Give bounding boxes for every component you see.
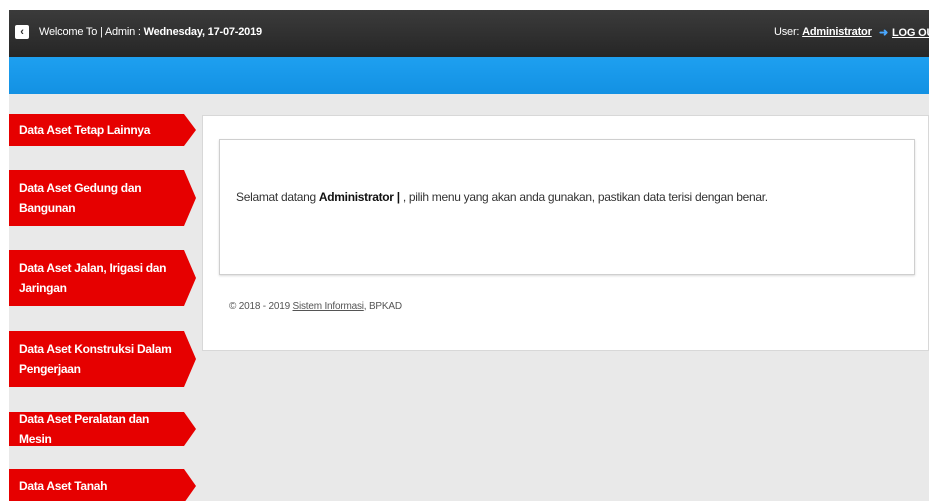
welcome-text: Welcome To | Admin : Wednesday, 17-07-20… xyxy=(39,26,262,38)
greeting-prefix: Selamat datang xyxy=(236,190,319,204)
blue-banner xyxy=(9,57,929,94)
sidebar-item-label: Data Aset Gedung dan Bangunan xyxy=(9,170,184,226)
current-date: Wednesday, 17-07-2019 xyxy=(143,26,262,38)
sidebar-item-tanah[interactable]: Data Aset Tanah xyxy=(9,469,196,501)
logout-arrow-icon: ➜ xyxy=(879,27,889,39)
footer-org: , BPKAD xyxy=(363,301,402,312)
sidebar-item-label: Data Aset Jalan, Irigasi dan Jaringan xyxy=(9,250,184,306)
sidebar-item-label: Data Aset Konstruksi Dalam Pengerjaan xyxy=(9,331,184,387)
page: ‹ Welcome To | Admin : Wednesday, 17-07-… xyxy=(9,10,929,501)
sidebar-item-arrow xyxy=(184,170,196,226)
logout[interactable]: ➜LOG OUT xyxy=(879,26,929,39)
sidebar-item-arrow xyxy=(184,250,196,306)
sidebar-item-aset-tetap-lainnya[interactable]: Data Aset Tetap Lainnya xyxy=(9,114,196,146)
greeting-user: Administrator | xyxy=(318,190,400,204)
sidebar-item-arrow xyxy=(184,469,196,501)
sidebar-item-jalan-irigasi-jaringan[interactable]: Data Aset Jalan, Irigasi dan Jaringan xyxy=(9,250,196,306)
sidebar-item-konstruksi-dalam-pengerjaan[interactable]: Data Aset Konstruksi Dalam Pengerjaan xyxy=(9,331,196,387)
top-bar: ‹ Welcome To | Admin : Wednesday, 17-07-… xyxy=(9,10,929,57)
sidebar-item-arrow xyxy=(184,331,196,387)
user-name-link[interactable]: Administrator xyxy=(802,26,872,38)
sidebar-item-label: Data Aset Tanah xyxy=(9,469,184,501)
welcome-prefix: Welcome To | Admin : xyxy=(39,26,144,38)
sidebar-toggle-icon[interactable]: ‹ xyxy=(15,25,29,39)
user-label: User: xyxy=(774,26,803,38)
main-panel: Selamat datang Administrator | , pilih m… xyxy=(202,115,929,351)
sidebar-item-arrow xyxy=(184,114,196,146)
welcome-message: Selamat datang Administrator | , pilih m… xyxy=(236,190,768,204)
sidebar-item-gedung-bangunan[interactable]: Data Aset Gedung dan Bangunan xyxy=(9,170,196,226)
sidebar-item-label: Data Aset Tetap Lainnya xyxy=(9,114,184,146)
sidebar-item-peralatan-mesin[interactable]: Data Aset Peralatan dan Mesin xyxy=(9,412,196,446)
footer-copyright: © 2018 - 2019 xyxy=(229,301,293,312)
logout-link[interactable]: LOG OUT xyxy=(892,27,929,39)
greeting-suffix: , pilih menu yang akan anda gunakan, pas… xyxy=(399,190,768,204)
sidebar-menu: Data Aset Tetap Lainnya Data Aset Gedung… xyxy=(9,94,199,501)
user-info: User: Administrator xyxy=(774,26,872,38)
sidebar-item-arrow xyxy=(184,412,196,446)
footer-link[interactable]: Sistem Informasi xyxy=(293,301,364,312)
sidebar-item-label: Data Aset Peralatan dan Mesin xyxy=(9,412,184,446)
footer: © 2018 - 2019 Sistem Informasi, BPKAD xyxy=(229,301,402,312)
welcome-message-box: Selamat datang Administrator | , pilih m… xyxy=(219,139,915,275)
